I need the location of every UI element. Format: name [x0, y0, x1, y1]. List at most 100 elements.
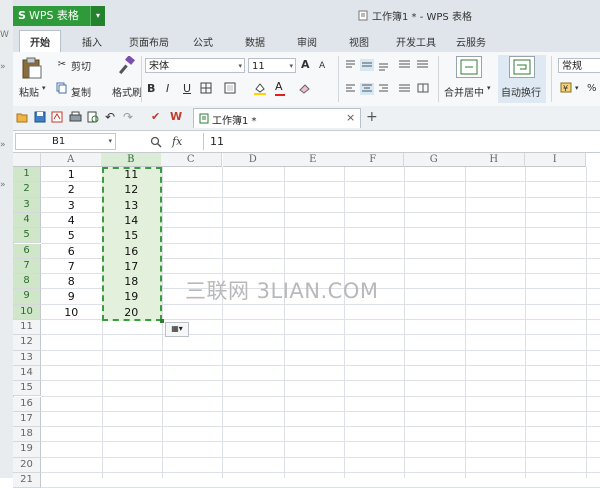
underline-button[interactable]: U [183, 82, 191, 96]
row-header-6[interactable]: 6 [13, 243, 41, 259]
merge-dropdown-icon[interactable]: ▾ [487, 84, 491, 92]
row-header-15[interactable]: 15 [13, 381, 41, 397]
wrap-text-button[interactable]: 自动换行 [501, 84, 541, 99]
row-header-11[interactable]: 11 [13, 320, 41, 336]
fill-color-icon[interactable] [253, 81, 267, 95]
currency-icon[interactable]: ¥ [560, 81, 574, 95]
merge-center-icon[interactable] [456, 56, 482, 78]
bold-button[interactable]: B [147, 82, 155, 96]
cell-a6[interactable]: 6 [41, 244, 102, 259]
save-icon[interactable] [34, 111, 46, 123]
row-header-17[interactable]: 17 [13, 411, 41, 428]
tab-developer[interactable]: 开发工具 [396, 34, 436, 49]
cell-a2[interactable]: 2 [41, 182, 102, 197]
grow-font-button[interactable]: A [301, 58, 310, 72]
row-header-12[interactable]: 12 [13, 335, 41, 351]
chevron-down-icon[interactable]: ▾ [108, 134, 112, 149]
font-size-select[interactable]: 11 ▾ [248, 58, 296, 73]
cell-a10[interactable]: 10 [41, 305, 102, 320]
cell-a8[interactable]: 8 [41, 274, 102, 289]
tab-view[interactable]: 视图 [349, 34, 369, 49]
paste-icon[interactable] [21, 56, 43, 80]
row-header-18[interactable]: 18 [13, 427, 41, 443]
tab-review[interactable]: 审阅 [297, 34, 317, 49]
cell-a5[interactable]: 5 [41, 228, 102, 243]
formula-input[interactable]: 11 [210, 135, 224, 148]
row-header-2[interactable]: 2 [13, 182, 41, 198]
copy-icon[interactable] [56, 82, 67, 94]
redo-icon[interactable]: ↷ [123, 110, 133, 124]
cell-b4[interactable]: 14 [101, 213, 162, 228]
cell-b5[interactable]: 15 [101, 228, 162, 243]
column-header-f[interactable]: F [343, 153, 404, 167]
tab-data[interactable]: 数据 [245, 34, 265, 49]
row-header-4[interactable]: 4 [13, 212, 41, 229]
cell-b8[interactable]: 18 [101, 274, 162, 289]
select-all-corner[interactable] [13, 153, 41, 167]
cell-b10[interactable]: 20 [101, 305, 162, 320]
autofill-options-button[interactable]: ▦▾ [165, 322, 189, 337]
column-header-h[interactable]: H [464, 153, 525, 167]
scissors-icon[interactable]: ✂ [55, 58, 69, 72]
cell-a7[interactable]: 7 [41, 259, 102, 274]
format-painter-icon[interactable] [117, 56, 137, 76]
column-header-b[interactable]: B [101, 153, 162, 167]
row-header-8[interactable]: 8 [13, 274, 41, 290]
cell-b1[interactable]: 11 [101, 167, 162, 182]
paste-label[interactable]: 粘贴 [19, 84, 39, 99]
font-name-select[interactable]: 宋体 ▾ [145, 58, 245, 73]
cell-b9[interactable]: 19 [101, 289, 162, 304]
column-header-a[interactable]: A [41, 153, 102, 167]
cell-b6[interactable]: 16 [101, 244, 162, 259]
horizontal-align-icons[interactable] [344, 83, 434, 95]
row-header-21[interactable]: 21 [13, 473, 41, 488]
column-header-i[interactable]: I [525, 153, 586, 167]
currency-dropdown-icon[interactable]: ▾ [575, 84, 579, 92]
cell-b3[interactable]: 13 [101, 198, 162, 213]
row-header-13[interactable]: 13 [13, 350, 41, 366]
column-header-g[interactable]: G [404, 153, 465, 167]
cell-b7[interactable]: 17 [101, 259, 162, 274]
column-header-d[interactable]: D [223, 153, 284, 167]
name-box[interactable]: B1 ▾ [15, 133, 116, 150]
app-menu-dropdown-icon[interactable]: ▾ [90, 6, 105, 26]
cell-a3[interactable]: 3 [41, 198, 102, 213]
number-format-select[interactable]: 常规 [558, 58, 600, 73]
zoom-icon[interactable] [150, 136, 162, 148]
tab-home[interactable]: 开始 [19, 30, 61, 54]
print-preview-icon[interactable] [87, 111, 99, 123]
fx-icon[interactable]: fx [172, 135, 182, 148]
paste-dropdown-icon[interactable]: ▾ [42, 84, 46, 92]
row-header-9[interactable]: 9 [13, 289, 41, 305]
vertical-align-icons[interactable] [344, 59, 428, 71]
check-icon[interactable]: ✔ [151, 110, 160, 124]
merge-center-button[interactable]: 合并居中 [444, 84, 484, 99]
cell-a4[interactable]: 4 [41, 213, 102, 228]
italic-button[interactable]: I [166, 82, 169, 96]
spreadsheet-grid[interactable]: A B C D E F G H I 1 2 3 4 5 6 7 8 9 10 11 12 13 14 15 16 17 18 19 20… [13, 153, 600, 488]
column-header-c[interactable]: C [161, 153, 222, 167]
format-painter-button[interactable]: 格式刷 [112, 84, 142, 99]
close-tab-icon[interactable]: × [346, 111, 355, 124]
row-header-20[interactable]: 20 [13, 457, 41, 473]
open-folder-icon[interactable] [16, 112, 28, 123]
row-header-5[interactable]: 5 [13, 228, 41, 244]
column-header-e[interactable]: E [283, 153, 344, 167]
wps-w-icon[interactable]: W [170, 110, 182, 124]
row-header-14[interactable]: 14 [13, 365, 41, 382]
row-header-7[interactable]: 7 [13, 258, 41, 275]
wrap-text-icon[interactable] [509, 56, 535, 78]
row-header-3[interactable]: 3 [13, 197, 41, 213]
tab-formulas[interactable]: 公式 [193, 34, 213, 49]
cell-a9[interactable]: 9 [41, 289, 102, 304]
row-header-1[interactable]: 1 [13, 167, 41, 183]
undo-icon[interactable]: ↶ [105, 110, 115, 124]
document-tab[interactable]: 工作簿1 * × [193, 108, 361, 128]
row-header-16[interactable]: 16 [13, 396, 41, 412]
row-header-10[interactable]: 10 [13, 304, 41, 320]
new-tab-icon[interactable]: + [366, 109, 378, 125]
eraser-icon[interactable] [298, 82, 310, 94]
tab-cloud[interactable]: 云服务 [456, 34, 486, 49]
tab-page-layout[interactable]: 页面布局 [129, 34, 169, 49]
shrink-font-button[interactable]: A [319, 59, 325, 73]
